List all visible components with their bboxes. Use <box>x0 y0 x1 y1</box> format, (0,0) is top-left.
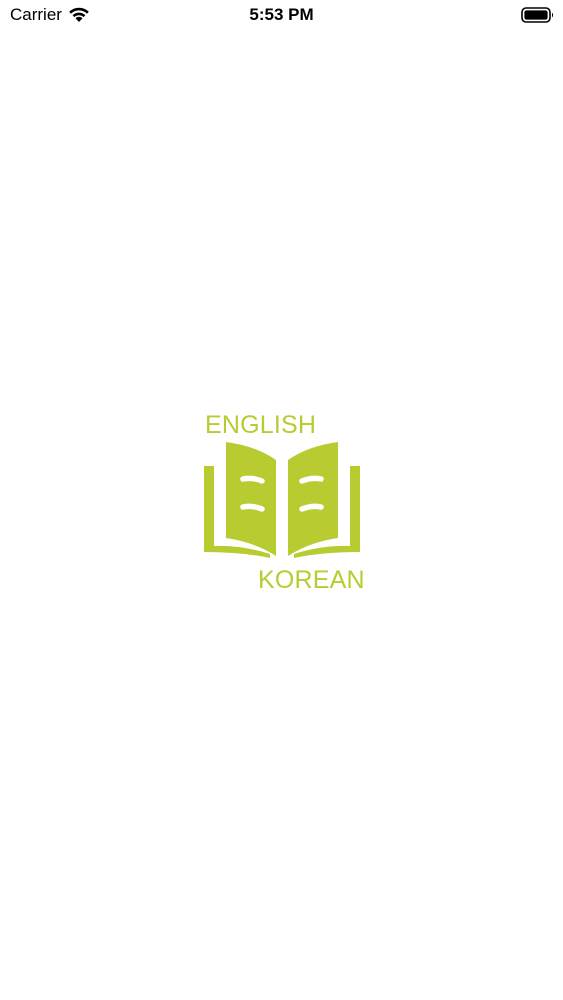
logo-top-text: ENGLISH <box>205 411 317 439</box>
open-book-icon <box>204 442 360 558</box>
logo-bottom-text: KOREAN <box>258 566 365 594</box>
app-logo: ENGLISH KOREAN <box>200 410 365 600</box>
status-bar: Carrier 5:53 PM <box>0 0 563 30</box>
status-time: 5:53 PM <box>249 5 314 24</box>
battery-icon <box>521 7 554 23</box>
